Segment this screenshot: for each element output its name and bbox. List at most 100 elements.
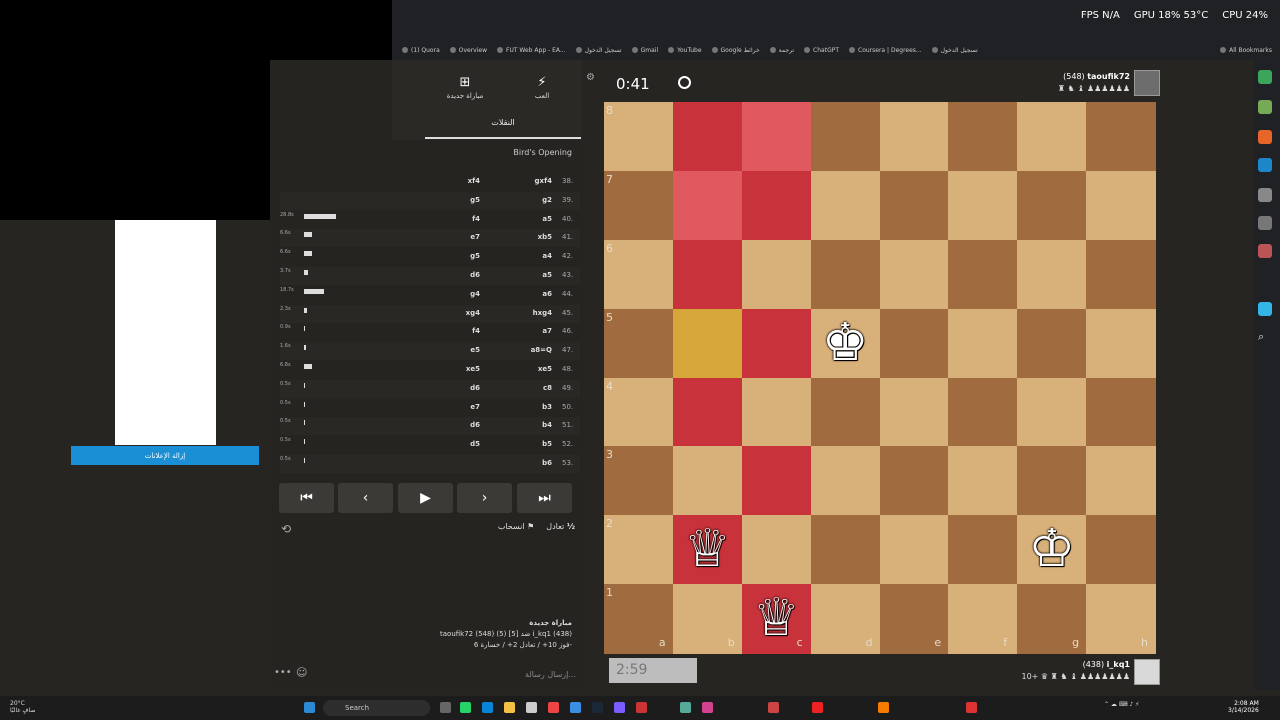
chat-input[interactable]: إرسال رسالة...: [500, 670, 576, 679]
white-move[interactable]: gxf4: [508, 177, 552, 185]
square-b7[interactable]: [672, 170, 743, 241]
square-a7[interactable]: [604, 170, 674, 241]
square-d8[interactable]: [810, 102, 880, 172]
square-b4[interactable]: [672, 377, 743, 447]
square-h4[interactable]: [1086, 377, 1156, 447]
chrome-icon[interactable]: [548, 702, 559, 713]
taskbar-app-icon[interactable]: [768, 702, 779, 713]
remove-ads-button[interactable]: إزالة الإعلانات: [71, 446, 259, 465]
white-move[interactable]: b3: [508, 403, 552, 411]
black-king-piece[interactable]: ♚: [811, 309, 880, 378]
system-tray[interactable]: ⌃ ☁ ⌨ ♪ ⚡: [1104, 701, 1139, 708]
square-c2[interactable]: [741, 515, 812, 585]
taskbar-clock[interactable]: 2:08 AM 3/14/2026: [1228, 700, 1259, 714]
white-move[interactable]: hxg4: [508, 309, 552, 317]
square-f5[interactable]: [948, 308, 1018, 378]
square-h6[interactable]: [1086, 239, 1156, 310]
white-queen-piece[interactable]: ♕: [742, 584, 811, 653]
square-h8[interactable]: [1086, 102, 1156, 172]
square-c3[interactable]: [741, 446, 812, 516]
edge-icon[interactable]: [482, 702, 493, 713]
black-move[interactable]: d6: [430, 271, 480, 279]
square-g4[interactable]: [1017, 377, 1087, 447]
bookmark-item[interactable]: Google خرائط: [711, 47, 760, 54]
square-d4[interactable]: [810, 377, 880, 447]
square-d3[interactable]: [810, 446, 880, 516]
taskbar-app-icon[interactable]: [614, 702, 625, 713]
extension-icon[interactable]: [1258, 216, 1272, 230]
white-move[interactable]: xe5: [508, 365, 552, 373]
chess-board[interactable]: 8 7 6 5 4 3 2 1 a b c d e f g h ♚ ♕ ♔ ♕: [604, 102, 1156, 654]
top-player[interactable]: (548) taoufik72 ♜ ♞ ♝ ♟♟♟♟♟♟: [1020, 72, 1130, 93]
bookmark-item[interactable]: (1) Quora: [402, 47, 440, 54]
black-move[interactable]: xf4: [430, 177, 480, 185]
white-move[interactable]: a6: [508, 290, 552, 298]
white-move[interactable]: b6: [508, 459, 552, 467]
square-e3[interactable]: [879, 446, 949, 516]
taskbar-search[interactable]: Search: [323, 700, 430, 716]
draw-button[interactable]: تعادل ½: [546, 522, 575, 531]
next-move-button[interactable]: ›: [457, 483, 512, 513]
square-h3[interactable]: [1086, 446, 1156, 516]
play-button[interactable]: ⚡ العب: [517, 75, 567, 100]
game-info-players[interactable]: taoufik72 (548) (5) [5] ضد i_kq1 (438): [420, 629, 572, 640]
square-f7[interactable]: [948, 170, 1018, 241]
weather-widget[interactable]: 20°C صافٍ غالبًا: [10, 700, 35, 714]
taskbar-app-icon[interactable]: [526, 702, 537, 713]
resign-button[interactable]: انسحاب ⚑: [498, 522, 534, 531]
black-move[interactable]: xe5: [430, 365, 480, 373]
flip-board-icon[interactable]: ⟲: [281, 522, 291, 536]
black-move[interactable]: e5: [430, 346, 480, 354]
steam-icon[interactable]: [592, 702, 603, 713]
bookmark-item[interactable]: FUT Web App - EA...: [497, 47, 566, 54]
bookmark-item[interactable]: ChatGPT: [804, 47, 839, 54]
more-options-icon[interactable]: •••: [274, 667, 292, 678]
white-move[interactable]: b5: [508, 440, 552, 448]
square-d6[interactable]: [810, 239, 880, 310]
square-h5[interactable]: [1086, 308, 1156, 378]
white-move[interactable]: a4: [508, 252, 552, 260]
square-a5[interactable]: [604, 308, 674, 378]
square-b6[interactable]: [672, 239, 743, 310]
square-a4[interactable]: [604, 377, 674, 447]
square-h7[interactable]: [1086, 170, 1156, 241]
youtube-icon[interactable]: [812, 702, 823, 713]
bookmark-item[interactable]: Overview: [449, 47, 487, 54]
square-b8[interactable]: [672, 102, 743, 172]
square-g7[interactable]: [1017, 170, 1087, 241]
square-d2[interactable]: [810, 515, 880, 585]
white-king-piece[interactable]: ♔: [1017, 515, 1086, 584]
white-move[interactable]: a7: [508, 327, 552, 335]
square-e6[interactable]: [879, 239, 949, 310]
square-f6[interactable]: [948, 239, 1018, 310]
square-e8[interactable]: [879, 102, 949, 172]
folder-icon[interactable]: [504, 702, 515, 713]
square-a3[interactable]: [604, 446, 674, 516]
black-move[interactable]: xg4: [430, 309, 480, 317]
prev-move-button[interactable]: ‹: [338, 483, 393, 513]
taskbar-app-icon[interactable]: [680, 702, 691, 713]
bottom-player-avatar[interactable]: [1134, 659, 1160, 685]
square-g5[interactable]: [1017, 308, 1087, 378]
black-move[interactable]: f4: [430, 215, 480, 223]
taskbar-app-icon[interactable]: [440, 702, 451, 713]
taskbar-app-icon[interactable]: [702, 702, 713, 713]
square-g8[interactable]: [1017, 102, 1087, 172]
emoji-icon[interactable]: ☺: [296, 666, 307, 679]
new-game-button[interactable]: ⊞ مباراة جديدة: [440, 75, 490, 100]
black-move[interactable]: f4: [430, 327, 480, 335]
square-b3[interactable]: [672, 446, 743, 516]
bookmark-item[interactable]: تسجيل الدخول: [931, 47, 978, 54]
square-c4[interactable]: [741, 377, 812, 447]
square-a8[interactable]: [604, 102, 674, 172]
bookmark-item[interactable]: Coursera | Degrees...: [849, 47, 922, 54]
diamond-icon[interactable]: [1258, 302, 1272, 316]
bookmark-item[interactable]: All Bookmarks: [1220, 47, 1272, 54]
white-move[interactable]: a5: [508, 215, 552, 223]
white-move[interactable]: a8=Q: [508, 346, 552, 354]
square-e2[interactable]: [879, 515, 949, 585]
square-g6[interactable]: [1017, 239, 1087, 310]
black-move[interactable]: e7: [430, 403, 480, 411]
square-e7[interactable]: [879, 170, 949, 241]
square-c5[interactable]: [741, 308, 812, 378]
